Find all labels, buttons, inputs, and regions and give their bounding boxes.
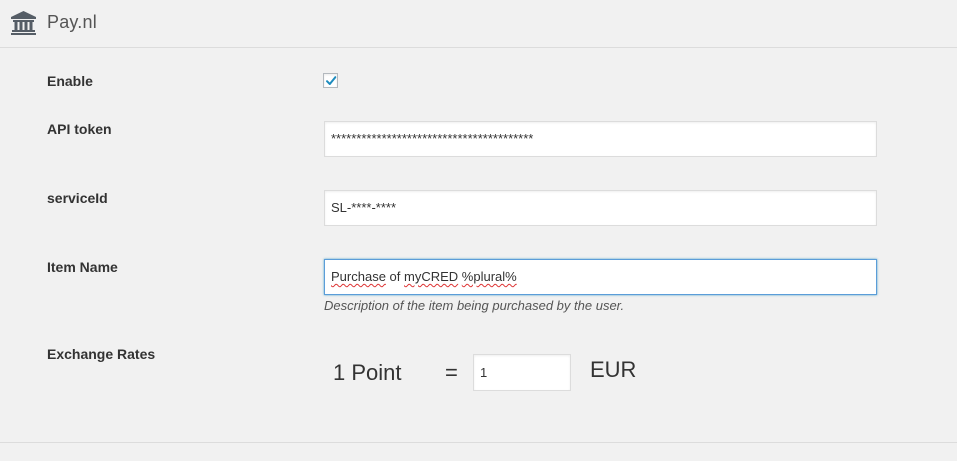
item-name-word-purchase: Purchase <box>331 269 386 284</box>
api-token-label: API token <box>47 121 112 137</box>
currency-label: EUR <box>590 357 637 382</box>
service-id-label: serviceId <box>47 190 108 206</box>
section-divider <box>0 442 957 443</box>
exchange-rates-label: Exchange Rates <box>47 346 156 362</box>
enable-checkbox[interactable] <box>323 73 338 88</box>
item-name-word-plural: %plural% <box>461 269 517 284</box>
equals-sign: = <box>445 360 458 385</box>
bank-icon <box>11 11 36 35</box>
service-id-input[interactable]: SL-****-**** <box>324 190 877 226</box>
item-name-word-mycred: myCRED <box>404 269 459 284</box>
gateway-header: Pay.nl <box>0 0 957 48</box>
api-token-input[interactable]: **************************************** <box>324 121 877 157</box>
item-name-input[interactable]: Purchase of myCRED %plural% <box>324 259 877 295</box>
item-name-label: Item Name <box>47 259 118 275</box>
checkmark-icon <box>326 76 337 85</box>
item-name-word-of: of <box>385 269 404 284</box>
gateway-title: Pay.nl <box>47 12 97 32</box>
item-name-description: Description of the item being purchased … <box>324 298 625 313</box>
exchange-rate-input[interactable]: 1 <box>473 354 571 391</box>
enable-label: Enable <box>47 73 93 89</box>
point-label: 1 Point <box>333 360 402 385</box>
